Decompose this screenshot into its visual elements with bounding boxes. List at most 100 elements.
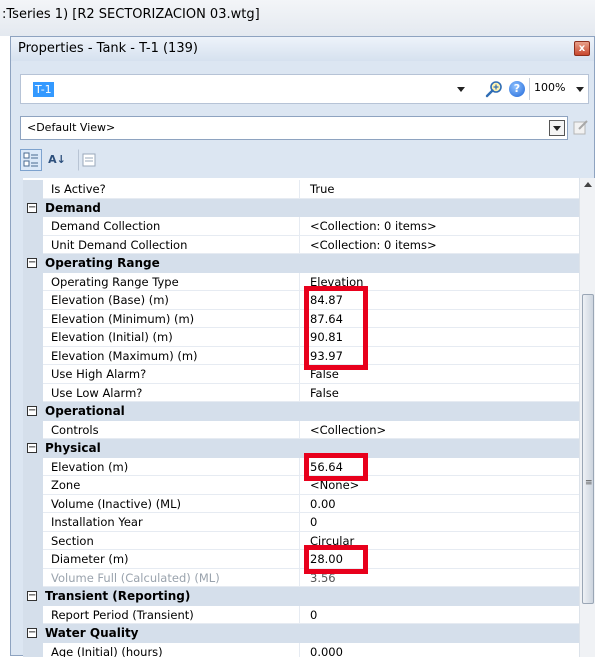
property-row[interactable]: Use Low Alarm?False	[23, 384, 579, 403]
property-row[interactable]: Volume (Inactive) (ML)0.00	[23, 495, 579, 514]
property-name: Unit Demand Collection	[43, 236, 300, 255]
view-selector[interactable]: <Default View>	[20, 116, 568, 140]
app-window-title: :Tseries 1) [R2 SECTORIZACION 03.wtg]	[0, 0, 595, 36]
row-gutter	[23, 606, 43, 625]
categorized-icon	[23, 152, 39, 168]
row-gutter	[23, 513, 43, 532]
row-gutter	[23, 495, 43, 514]
row-gutter	[23, 291, 43, 310]
property-row[interactable]: Use High Alarm?False	[23, 365, 579, 384]
property-pages-icon	[81, 152, 97, 168]
property-value[interactable]: 0.00	[300, 495, 579, 514]
property-value[interactable]: 0.000	[300, 643, 579, 657]
collapse-icon[interactable]: −	[27, 591, 37, 601]
property-value[interactable]: <Collection>	[300, 421, 579, 440]
property-row[interactable]: Volume Full (Calculated) (ML)3.56	[23, 569, 579, 588]
categorized-view-button[interactable]	[20, 149, 42, 171]
chevron-down-icon	[553, 126, 561, 131]
property-name: Controls	[43, 421, 300, 440]
row-gutter	[23, 421, 43, 440]
sort-alphabetical-button[interactable]: A↓	[46, 149, 68, 171]
category-label: Physical	[45, 441, 101, 455]
collapse-icon[interactable]: −	[27, 443, 37, 453]
row-gutter	[23, 365, 43, 384]
property-value[interactable]: <Collection: 0 items>	[300, 236, 579, 255]
category-row[interactable]: −Water Quality	[23, 624, 579, 643]
collapse-icon[interactable]: −	[27, 406, 37, 416]
property-value[interactable]: False	[300, 384, 579, 403]
property-row[interactable]: Elevation (Base) (m)84.87	[23, 291, 579, 310]
property-value[interactable]: 0	[300, 513, 579, 532]
property-row[interactable]: Diameter (m)28.00	[23, 550, 579, 569]
chevron-down-icon	[457, 87, 465, 92]
property-row[interactable]: Elevation (Minimum) (m)87.64	[23, 310, 579, 329]
collapse-icon[interactable]: −	[27, 628, 37, 638]
property-row[interactable]: Unit Demand Collection<Collection: 0 ite…	[23, 236, 579, 255]
edit-view-icon[interactable]	[572, 118, 590, 136]
scroll-thumb[interactable]	[582, 294, 594, 604]
scroll-up-icon[interactable]	[584, 182, 592, 187]
category-row[interactable]: −Physical	[23, 439, 579, 458]
property-row[interactable]: Zone<None>	[23, 476, 579, 495]
element-selector[interactable]: T-1	[21, 75, 473, 103]
property-name: Use High Alarm?	[43, 365, 300, 384]
row-gutter	[23, 643, 43, 657]
close-button[interactable]: x	[574, 41, 590, 56]
row-gutter	[23, 236, 43, 255]
category-label: Water Quality	[45, 626, 139, 640]
property-name: Elevation (Initial) (m)	[43, 328, 300, 347]
category-label: Operational	[45, 404, 125, 418]
highlight-box	[304, 286, 368, 370]
collapse-icon[interactable]: −	[27, 203, 37, 213]
property-value[interactable]: 0	[300, 606, 579, 625]
category-row[interactable]: −Operational	[23, 402, 579, 421]
property-grid: Is Active?True−DemandDemand Collection<C…	[23, 178, 579, 657]
property-name: Volume (Inactive) (ML)	[43, 495, 300, 514]
property-name: Age (Initial) (hours)	[43, 643, 300, 657]
category-row[interactable]: −Transient (Reporting)	[23, 587, 579, 606]
property-pages-button[interactable]	[78, 149, 100, 171]
category-label: Operating Range	[45, 256, 160, 270]
property-name: Use Low Alarm?	[43, 384, 300, 403]
property-row[interactable]: Elevation (m)56.64	[23, 458, 579, 477]
zoom-select[interactable]: 100%	[529, 78, 587, 100]
row-gutter	[23, 476, 43, 495]
property-row[interactable]: Installation Year0	[23, 513, 579, 532]
property-row[interactable]: Elevation (Maximum) (m)93.97	[23, 347, 579, 366]
row-gutter	[23, 310, 43, 329]
property-name: Diameter (m)	[43, 550, 300, 569]
property-row[interactable]: Demand Collection<Collection: 0 items>	[23, 217, 579, 236]
property-row[interactable]: Elevation (Initial) (m)90.81	[23, 328, 579, 347]
grip-icon: ≡	[585, 478, 593, 488]
help-icon[interactable]: ?	[509, 81, 525, 97]
property-name: Report Period (Transient)	[43, 606, 300, 625]
property-value[interactable]: <Collection: 0 items>	[300, 217, 579, 236]
property-name: Elevation (Minimum) (m)	[43, 310, 300, 329]
row-gutter	[23, 458, 43, 477]
property-name: Section	[43, 532, 300, 551]
property-row[interactable]: Report Period (Transient)0	[23, 606, 579, 625]
property-name: Elevation (Base) (m)	[43, 291, 300, 310]
category-row[interactable]: −Demand	[23, 199, 579, 218]
property-name: Demand Collection	[43, 217, 300, 236]
category-label: Transient (Reporting)	[45, 589, 190, 603]
zoom-value: 100%	[534, 81, 565, 94]
property-row[interactable]: SectionCircular	[23, 532, 579, 551]
category-row[interactable]: −Operating Range	[23, 254, 579, 273]
chevron-down-icon	[576, 87, 584, 92]
property-value[interactable]: True	[300, 180, 579, 199]
view-dropdown-button[interactable]	[549, 120, 565, 136]
vertical-scrollbar[interactable]: ≡	[579, 178, 595, 657]
property-row[interactable]: Is Active?True	[23, 180, 579, 199]
property-name: Volume Full (Calculated) (ML)	[43, 569, 300, 588]
collapse-icon[interactable]: −	[27, 258, 37, 268]
row-gutter	[23, 384, 43, 403]
property-row[interactable]: Age (Initial) (hours)0.000	[23, 643, 579, 657]
row-gutter	[23, 569, 43, 588]
property-row[interactable]: Controls<Collection>	[23, 421, 579, 440]
row-gutter	[23, 180, 43, 199]
row-gutter	[23, 347, 43, 366]
find-icon[interactable]	[484, 79, 504, 99]
property-row[interactable]: Operating Range TypeElevation	[23, 273, 579, 292]
element-selector-value: T-1	[33, 82, 54, 97]
